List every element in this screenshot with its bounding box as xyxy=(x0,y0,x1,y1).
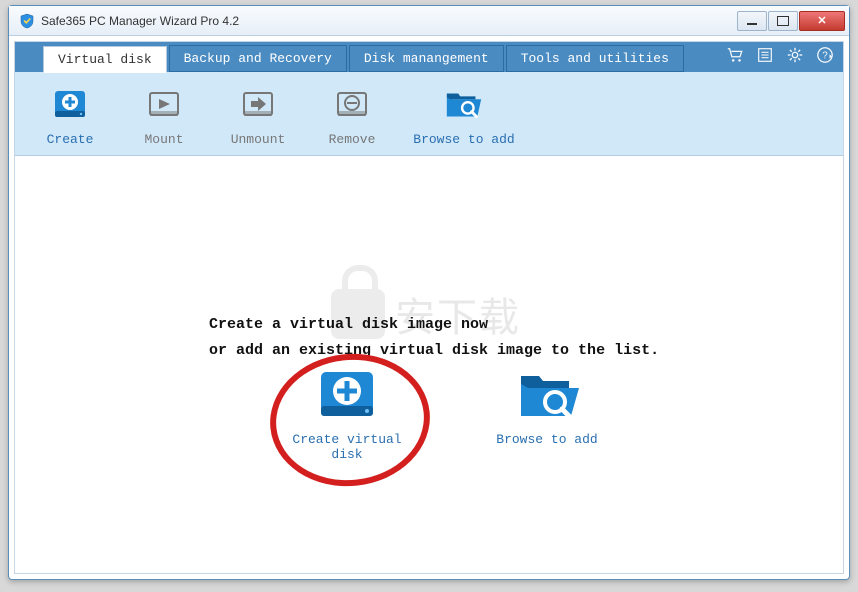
browse-action-label: Browse to add xyxy=(487,432,607,447)
app-window: Safe365 PC Manager Wizard Pro 4.2 Virtua… xyxy=(8,5,850,580)
maximize-button[interactable] xyxy=(768,11,798,31)
main-content: 安下载 Create a virtual disk image now or a… xyxy=(15,156,843,573)
create-action-label: Create virtual disk xyxy=(287,432,407,462)
tab-virtual-disk[interactable]: Virtual disk xyxy=(43,46,167,73)
remove-button[interactable]: Remove xyxy=(305,84,399,147)
mount-label: Mount xyxy=(144,132,183,147)
tab-disk-management[interactable]: Disk manangement xyxy=(349,45,504,72)
remove-icon xyxy=(331,84,373,126)
browse-folder-large-icon xyxy=(515,366,579,424)
unmount-button[interactable]: Unmount xyxy=(211,84,305,147)
create-disk-large-icon xyxy=(315,366,379,424)
create-virtual-disk-action[interactable]: Create virtual disk xyxy=(287,366,407,462)
browse-to-add-button[interactable]: Browse to add xyxy=(399,84,529,147)
unmount-icon xyxy=(237,84,279,126)
titlebar[interactable]: Safe365 PC Manager Wizard Pro 4.2 xyxy=(9,6,849,36)
minimize-button[interactable] xyxy=(737,11,767,31)
close-button[interactable] xyxy=(799,11,845,31)
intro-line2: or add an existing virtual disk image to… xyxy=(209,338,659,364)
window-title: Safe365 PC Manager Wizard Pro 4.2 xyxy=(41,14,737,28)
browse-label: Browse to add xyxy=(413,132,514,147)
create-disk-icon xyxy=(49,84,91,126)
intro-line1: Create a virtual disk image now xyxy=(209,312,659,338)
app-icon xyxy=(19,13,35,29)
tab-tools-utilities[interactable]: Tools and utilities xyxy=(506,45,684,72)
intro-text: Create a virtual disk image now or add a… xyxy=(209,312,659,364)
create-button[interactable]: Create xyxy=(23,84,117,147)
gear-icon[interactable] xyxy=(785,45,805,65)
mount-button[interactable]: Mount xyxy=(117,84,211,147)
help-icon[interactable]: ? xyxy=(815,45,835,65)
list-icon[interactable] xyxy=(755,45,775,65)
svg-text:?: ? xyxy=(822,51,828,62)
browse-to-add-action[interactable]: Browse to add xyxy=(487,366,607,462)
toolbar: Create Mount Unmount Remove xyxy=(15,72,843,156)
tab-backup-recovery[interactable]: Backup and Recovery xyxy=(169,45,347,72)
tabbar: Virtual disk Backup and Recovery Disk ma… xyxy=(15,42,843,72)
unmount-label: Unmount xyxy=(231,132,286,147)
remove-label: Remove xyxy=(329,132,376,147)
browse-folder-icon xyxy=(443,84,485,126)
create-label: Create xyxy=(47,132,94,147)
mount-icon xyxy=(143,84,185,126)
cart-icon[interactable] xyxy=(725,45,745,65)
